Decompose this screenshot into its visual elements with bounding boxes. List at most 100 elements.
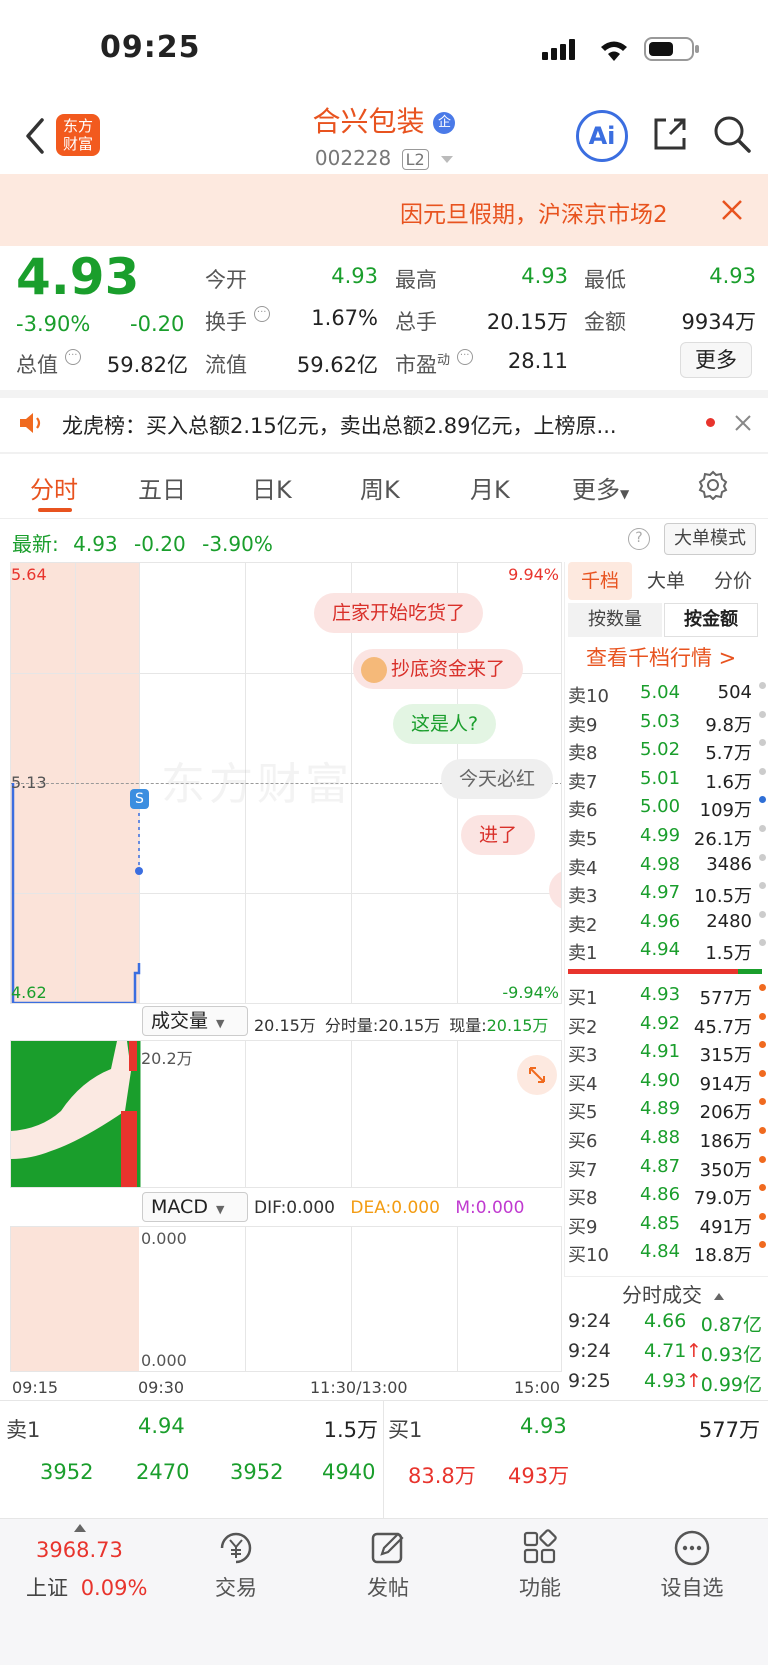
ask-label: 卖4: [568, 857, 598, 879]
ask-row[interactable]: 卖3 4.97 10.5万: [568, 880, 768, 909]
macd-selector[interactable]: MACD ▼: [142, 1192, 248, 1222]
info-icon[interactable]: ···: [456, 349, 473, 365]
search-icon[interactable]: [712, 114, 752, 154]
bid-row[interactable]: 买3 4.91 315万: [568, 1039, 768, 1068]
ask-row[interactable]: 卖7 5.01 1.6万: [568, 766, 768, 795]
sell-marker[interactable]: S: [130, 789, 149, 809]
price-chart[interactable]: 东方财富 S 5.64 5.13 4.62 9.94% -9.94% 庄家开始吃…: [10, 562, 562, 1004]
tick-row: 9:25 4.93 ↑ 0.99亿: [568, 1370, 764, 1398]
buy1-price: 4.93: [520, 1414, 567, 1438]
ask-row[interactable]: 卖10 5.04 504: [568, 680, 768, 709]
ask-label: 卖2: [568, 914, 598, 936]
holiday-notice-bar[interactable]: 因元旦假期，沪深京市场2: [0, 174, 768, 246]
ticks-header[interactable]: 分时成交: [622, 1279, 725, 1308]
tab-weekly-k[interactable]: 周K: [360, 470, 400, 505]
pe-label: 市盈动 ···: [395, 349, 473, 379]
ob-tab-price[interactable]: 分价: [710, 562, 756, 600]
indicator-selector[interactable]: 成交量 ▼: [142, 1006, 248, 1036]
bid-row[interactable]: 买1 4.93 577万: [568, 982, 768, 1011]
bid-dot: [759, 1069, 766, 1077]
wifi-icon: [597, 35, 631, 63]
gear-icon[interactable]: [698, 470, 728, 501]
bid-row[interactable]: 买10 4.84 18.8万: [568, 1239, 768, 1268]
nav-post[interactable]: 发帖: [328, 1572, 448, 1602]
info-icon[interactable]: ···: [64, 349, 81, 365]
ask-dot: [759, 882, 766, 890]
trade-num: 2470: [136, 1460, 190, 1484]
ask-volume: 3486: [706, 853, 752, 875]
share-icon[interactable]: [650, 114, 690, 154]
bid-label: 买8: [568, 1188, 598, 1210]
ask-row[interactable]: 卖6 5.00 109万: [568, 794, 768, 823]
x-label-midday: 11:30/13:00: [310, 1378, 408, 1397]
big-order-mode-button[interactable]: 大单模式: [664, 523, 756, 555]
nav-trade[interactable]: 交易: [176, 1572, 296, 1602]
comment-bubble[interactable]: 这是人?: [393, 704, 497, 744]
tab-more[interactable]: 更多▼: [572, 470, 629, 505]
bid-row[interactable]: 买8 4.86 79.0万: [568, 1182, 768, 1211]
ask-dot: [759, 910, 766, 918]
bid-ask-ratio-bar: [568, 969, 762, 974]
stock-code: 002228: [314, 146, 392, 170]
ask-row[interactable]: 卖9 5.03 9.8万: [568, 709, 768, 738]
app-root: 09:25 东方 财富 合兴包装 企 002228 L2 Ai 因元旦假期，沪深…: [0, 0, 768, 1665]
bid-label: 买2: [568, 1016, 598, 1038]
ob-subtab-amount[interactable]: 按金额: [664, 603, 758, 637]
pct-min-label: -9.94%: [502, 983, 559, 1002]
tick-time: 9:24: [568, 1340, 611, 1362]
ai-button[interactable]: Ai: [576, 110, 628, 162]
comment-bubble[interactable]: 庄家开始吃货了: [314, 593, 484, 633]
index-row[interactable]: 上证 0.09%: [26, 1572, 147, 1602]
ask-row[interactable]: 卖2 4.96 2480: [568, 909, 768, 938]
view-full-depth-link[interactable]: 查看千档行情 >: [586, 642, 736, 672]
bid-row[interactable]: 买2 4.92 45.7万: [568, 1011, 768, 1040]
bid-volume: 186万: [699, 1131, 752, 1152]
post-icon[interactable]: [368, 1528, 408, 1568]
info-icon[interactable]: ···: [253, 306, 270, 322]
comment-bubble[interactable]: 进了: [461, 815, 536, 855]
bid-row[interactable]: 买6 4.88 186万: [568, 1125, 768, 1154]
volume-info: 20.15万 分时量:20.15万 现量:20.15万: [254, 1016, 549, 1035]
more-dots-icon[interactable]: [672, 1528, 712, 1568]
level2-tag: L2: [401, 149, 429, 170]
nav-functions[interactable]: 功能: [480, 1572, 600, 1602]
latest-row: 最新: 4.93 -0.20 -3.90%: [12, 532, 273, 556]
volume-chart[interactable]: 20.2万: [10, 1040, 562, 1188]
trade-icon[interactable]: [216, 1528, 256, 1568]
bid-volume: 315万: [699, 1045, 752, 1067]
ob-tab-big-order[interactable]: 大单: [644, 562, 688, 600]
tab-five-day[interactable]: 五日: [138, 470, 186, 505]
comment-bubble[interactable]: 抄底资金来了: [353, 649, 524, 689]
y-mid-label: 5.13: [11, 773, 47, 792]
dragon-tiger-text[interactable]: 龙虎榜：买入总额2.15亿元，卖出总额2.89亿元，上榜原...: [62, 410, 682, 440]
tab-monthly-k[interactable]: 月K: [470, 470, 510, 505]
close-icon[interactable]: [734, 414, 752, 432]
divider: [0, 1400, 768, 1401]
close-icon[interactable]: [720, 198, 744, 222]
functions-icon[interactable]: [520, 1528, 560, 1568]
ob-subtab-quantity[interactable]: 按数量: [568, 603, 662, 637]
macd-chart[interactable]: 0.000 0.000: [10, 1226, 562, 1372]
bid-row[interactable]: 买7 4.87 350万: [568, 1154, 768, 1183]
ask-row[interactable]: 卖5 4.99 26.1万: [568, 823, 768, 852]
expand-button[interactable]: [517, 1055, 557, 1095]
tab-fenshi[interactable]: 分时: [30, 470, 78, 505]
more-button[interactable]: 更多: [680, 342, 752, 378]
bid-row[interactable]: 买9 4.85 491万: [568, 1211, 768, 1240]
ask-row[interactable]: 卖1 4.94 1.5万: [568, 937, 768, 966]
tick-amount: 0.99亿: [700, 1374, 762, 1396]
ask-label: 卖3: [568, 886, 598, 908]
ask-row[interactable]: 卖8 5.02 5.7万: [568, 737, 768, 766]
ob-tab-qiandang[interactable]: 千档: [568, 562, 632, 600]
ask-row[interactable]: 卖4 4.98 3486: [568, 852, 768, 881]
ask-volume: 2480: [706, 910, 752, 932]
ask-dot: [759, 796, 766, 804]
tab-daily-k[interactable]: 日K: [252, 470, 292, 505]
bid-row[interactable]: 买4 4.90 914万: [568, 1068, 768, 1097]
bid-row[interactable]: 买5 4.89 206万: [568, 1096, 768, 1125]
bid-price: 4.88: [640, 1127, 681, 1148]
comment-bubble[interactable]: 今天必红: [441, 759, 554, 799]
index-value[interactable]: 3968.73: [36, 1538, 123, 1562]
nav-add-watchlist[interactable]: 设自选: [632, 1572, 752, 1602]
help-icon[interactable]: ?: [628, 528, 650, 550]
